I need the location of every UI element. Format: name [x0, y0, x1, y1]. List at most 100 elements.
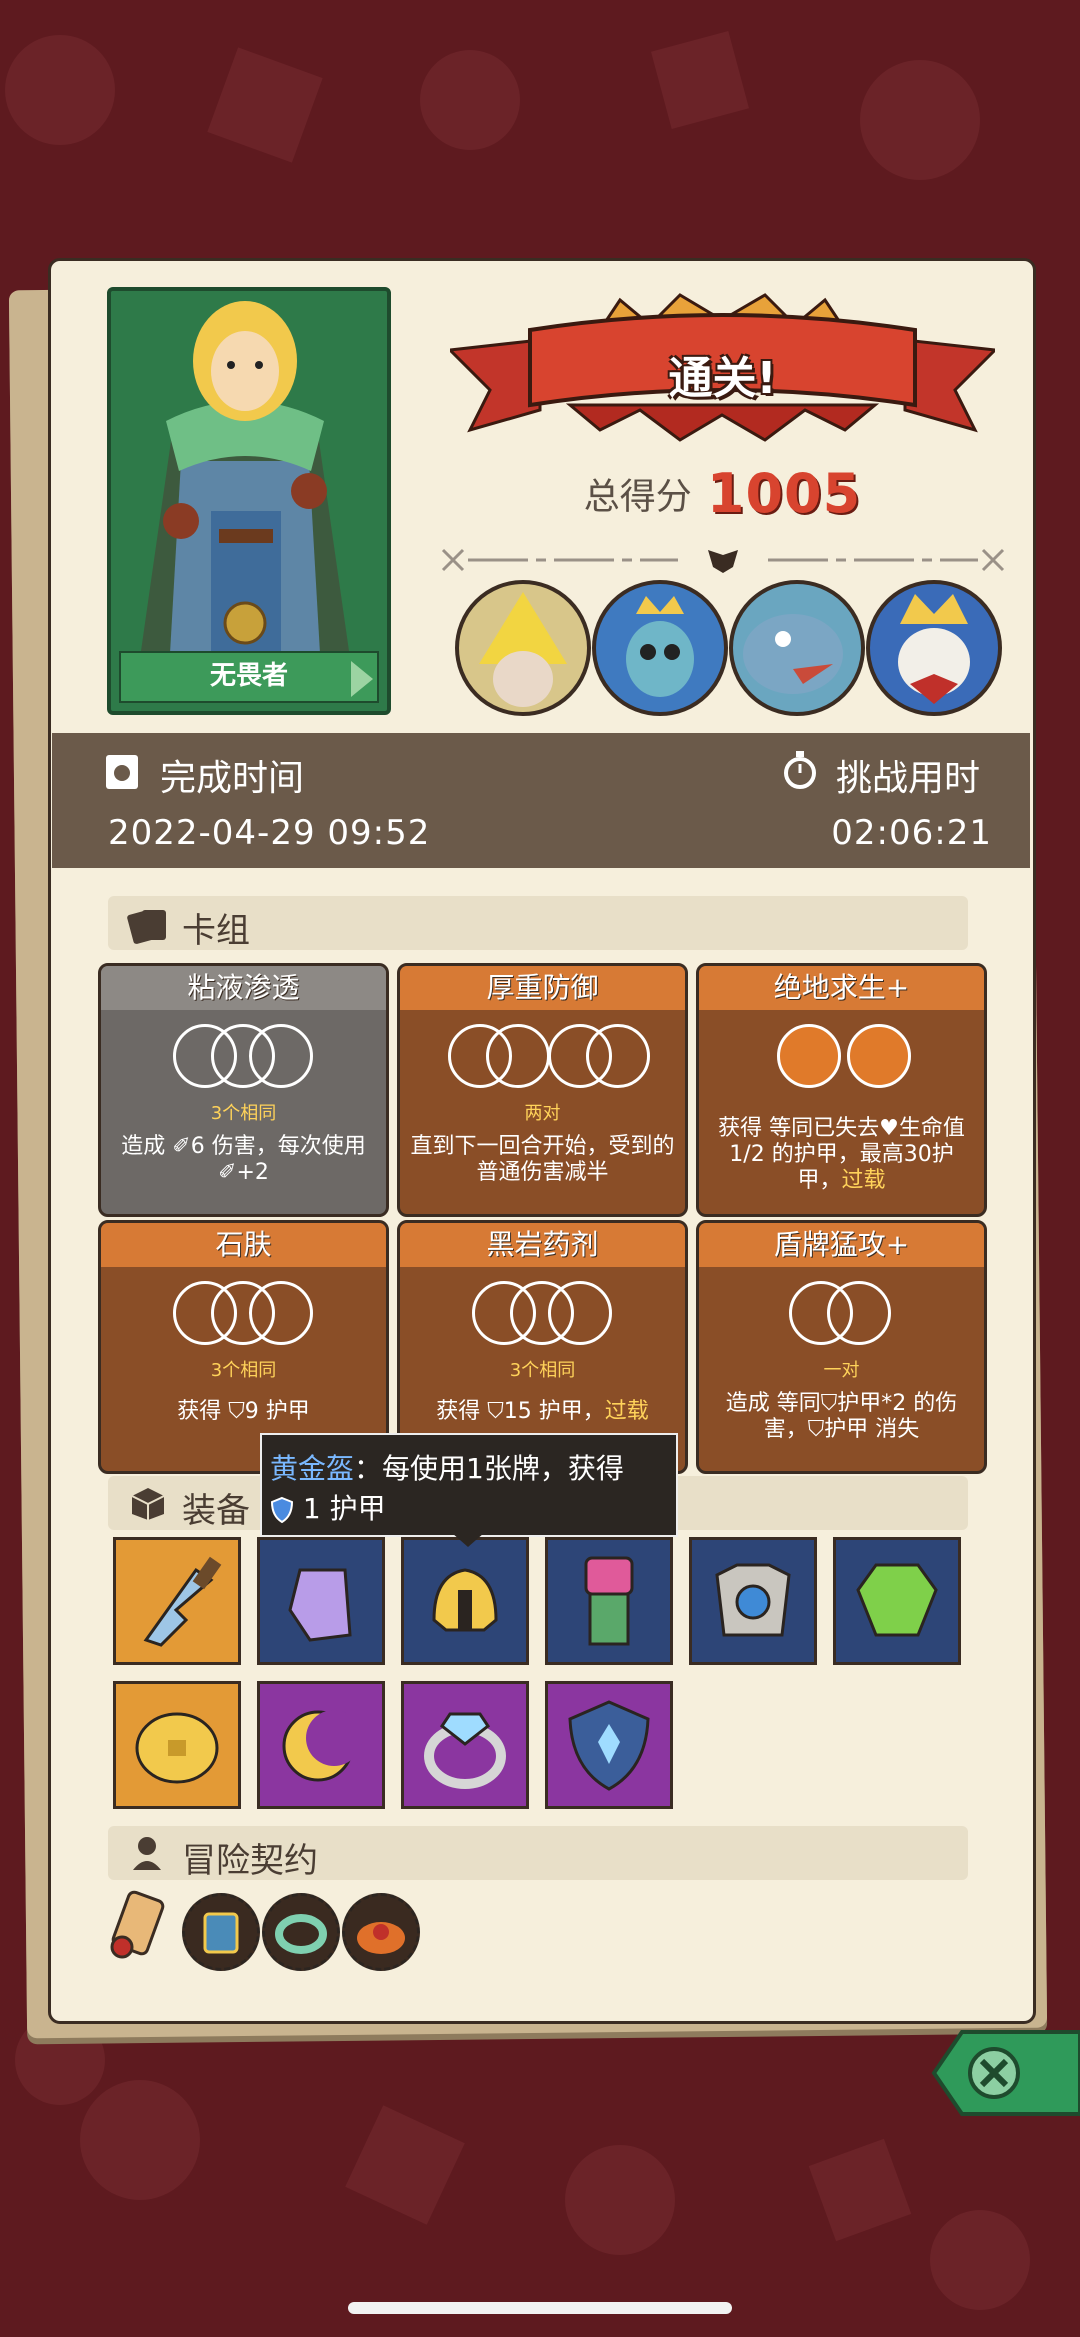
tooltip-line-2: 1 护甲 — [270, 1487, 386, 1527]
card-description: 获得 ⛉15 护甲，过载 — [436, 1399, 649, 1424]
overload-keyword: 过载 — [841, 1168, 886, 1193]
deck-card[interactable]: 粘液渗透 3个相同 造成 ✐6 伤害，每次使用 ✐+2 — [98, 963, 389, 1217]
moon-charm-icon — [282, 1710, 362, 1782]
person-icon — [133, 1837, 161, 1870]
card-description: 获得 ⛉9 护甲 — [177, 1399, 310, 1424]
finish-time-label: 完成时间 — [160, 758, 305, 799]
armor-shield-icon — [270, 1496, 294, 1524]
dice-slot — [586, 1024, 650, 1088]
close-button[interactable] — [912, 2026, 1080, 2120]
filled-dice-slot — [777, 1024, 841, 1088]
time-info-bar: 完成时间 2022-04-29 09:52 挑战用时 02:06:21 — [52, 733, 1030, 868]
card-name: 黑岩药剂 — [400, 1223, 685, 1267]
equipment-slot[interactable] — [257, 1537, 385, 1665]
tooltip-effect: 每使用1张牌，获得 — [382, 1452, 624, 1485]
dice-slot — [486, 1024, 550, 1088]
dice-slots — [699, 1024, 984, 1088]
calendar-icon — [106, 755, 138, 789]
card-description: 造成 ✐6 伤害，每次使用 ✐+2 — [121, 1134, 366, 1185]
next-hero-arrow-icon[interactable] — [351, 661, 373, 697]
card-requirement: 一对 — [823, 1360, 860, 1381]
card-requirement: 3个相同 — [210, 1103, 277, 1124]
equipment-slot[interactable] — [833, 1537, 961, 1665]
finish-time-value: 2022-04-29 09:52 — [108, 813, 431, 853]
witch-icon — [479, 592, 567, 707]
equipment-title: 装备 — [182, 1491, 250, 1531]
card-requirement: 3个相同 — [210, 1360, 277, 1381]
dice-slots — [400, 1281, 685, 1345]
overload-keyword: 过载 — [604, 1399, 649, 1424]
card-name: 粘液渗透 — [101, 966, 386, 1010]
filled-dice-slot — [847, 1024, 911, 1088]
tooltip-line-1: 黄金盔：每使用1张牌，获得 — [270, 1452, 624, 1485]
boss-fish-avatar[interactable] — [729, 580, 865, 716]
equipment-slot[interactable] — [401, 1681, 529, 1809]
boss-king-avatar[interactable] — [592, 580, 728, 716]
item-tooltip: 黄金盔：每使用1张牌，获得 1 护甲 — [260, 1433, 678, 1537]
deck-card[interactable]: 厚重防御 两对 直到下一回合开始，受到的普通伤害减半 — [397, 963, 688, 1217]
card-description: 造成 等同⛉护甲*2 的伤害，⛉护甲 消失 — [725, 1391, 958, 1442]
contract-slot[interactable] — [182, 1893, 260, 1971]
dice-slots — [400, 1024, 685, 1088]
broken-blade-icon — [143, 1556, 222, 1647]
equipment-slot[interactable] — [113, 1681, 241, 1809]
deck-card[interactable]: 绝地求生+ 获得 等同已失去♥生命值1/2 的护甲，最高30护甲，过载 — [696, 963, 987, 1217]
contract-section-header: 冒险契约 — [108, 1826, 968, 1881]
hero-card[interactable]: 无畏者 — [107, 287, 391, 715]
fish-monster-icon — [743, 614, 843, 694]
tooltip-item-name: 黄金盔 — [270, 1452, 355, 1485]
card-name: 绝地求生+ — [699, 966, 984, 1010]
score-row: 总得分 1005 — [450, 462, 995, 525]
challenge-time-label: 挑战用时 — [836, 758, 981, 799]
boss-witch-avatar[interactable] — [455, 580, 591, 716]
card-description: 获得 等同已失去♥生命值1/2 的护甲，最高30护甲，过载 — [718, 1116, 965, 1193]
lantern-icon — [203, 1912, 239, 1954]
dice-slot — [548, 1281, 612, 1345]
equipment-slot[interactable] — [545, 1681, 673, 1809]
tooltip-armor-amount: 1 护甲 — [302, 1492, 386, 1525]
deck-card[interactable]: 盾牌猛攻+ 一对 造成 等同⛉护甲*2 的伤害，⛉护甲 消失 — [696, 1220, 987, 1474]
contract-title: 冒险契约 — [182, 1841, 318, 1881]
defeated-bosses — [455, 580, 1002, 716]
diamond-ring-icon — [424, 1712, 506, 1789]
victory-banner: 通关! — [446, 290, 999, 465]
dice-slot — [249, 1281, 313, 1345]
challenge-time-value: 02:06:21 — [831, 813, 992, 853]
gold-coin-icon — [135, 1712, 219, 1784]
card-description: 直到下一回合开始，受到的普通伤害减半 — [410, 1134, 675, 1185]
contract-slot[interactable] — [262, 1893, 340, 1971]
equipment-slot-selected[interactable] — [401, 1537, 529, 1665]
equipment-slot[interactable] — [113, 1537, 241, 1665]
demon-king-icon — [898, 594, 970, 704]
scroll-icon[interactable] — [100, 1885, 180, 1965]
golden-helmet-icon — [432, 1568, 498, 1632]
dice-slots — [101, 1024, 386, 1088]
card-name: 厚重防御 — [400, 966, 685, 1010]
dice-slots — [101, 1281, 386, 1345]
score-value: 1005 — [706, 462, 862, 525]
stopwatch-icon — [784, 751, 816, 789]
chest-armor-icon — [715, 1563, 791, 1637]
crystal-shield-icon — [568, 1700, 650, 1791]
ring-icon — [275, 1914, 327, 1954]
card-name: 盾牌猛攻+ — [699, 1223, 984, 1267]
contract-slot[interactable] — [342, 1893, 420, 1971]
cards-icon — [127, 910, 166, 944]
equipment-slot[interactable] — [257, 1681, 385, 1809]
cape-icon — [288, 1568, 352, 1642]
boss-demon-avatar[interactable] — [866, 580, 1002, 716]
box-icon — [131, 1488, 165, 1520]
score-label: 总得分 — [583, 476, 692, 518]
equipment-slot[interactable] — [545, 1537, 673, 1665]
tooltip-pointer — [452, 1533, 484, 1547]
card-requirement: 3个相同 — [509, 1360, 576, 1381]
card-requirement: 两对 — [524, 1103, 561, 1124]
deck-title: 卡组 — [182, 911, 250, 951]
hero-portrait — [111, 291, 379, 703]
king-icon — [626, 596, 694, 697]
deck-section-header: 卡组 — [108, 896, 968, 951]
card-name: 石肤 — [101, 1223, 386, 1267]
equipment-slot[interactable] — [689, 1537, 817, 1665]
dice-slots — [699, 1281, 984, 1345]
banner-title: 通关! — [668, 353, 777, 404]
